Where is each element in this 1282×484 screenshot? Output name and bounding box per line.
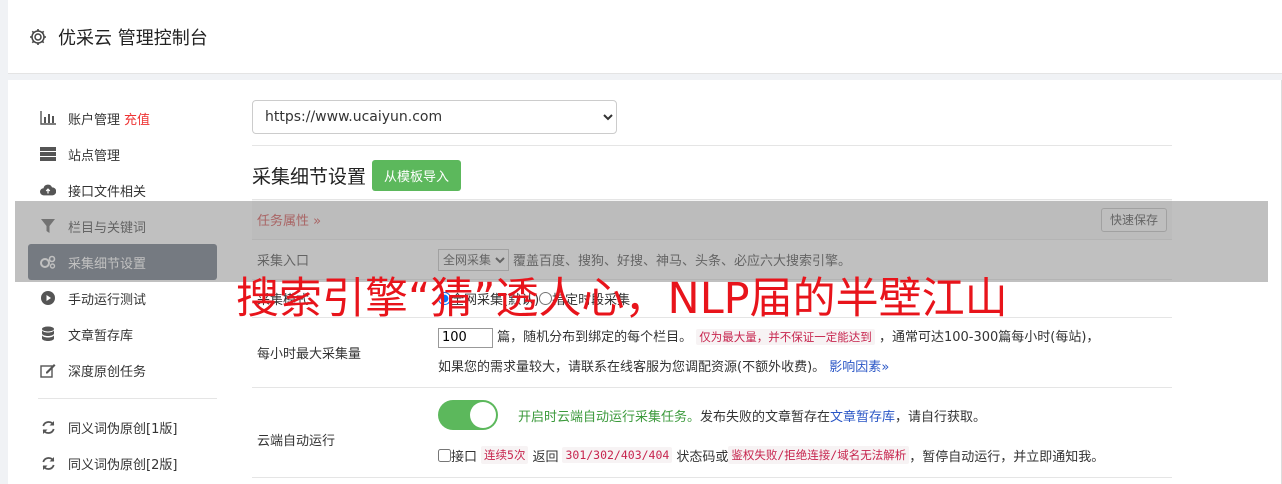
article-store-link[interactable]: 文章暂存库 xyxy=(830,406,895,425)
code-consecutive: 连续5次 xyxy=(481,446,529,464)
sidebar-item-account[interactable]: 账户管理 充值 xyxy=(28,100,217,136)
play-circle-icon xyxy=(40,290,56,306)
table-row: 采集入口 全网采集 覆盖百度、搜狗、好搜、神马、头条、必应六大搜索引擎。 xyxy=(252,240,1172,280)
row-value: 开启时云端自动运行采集任务。 发布失败的文章暂存在 文章暂存库 ，请自行获取。 … xyxy=(438,388,1172,477)
sidebar-item-collect-settings[interactable]: 采集细节设置 xyxy=(28,244,217,280)
server-icon xyxy=(40,146,56,162)
max-text-2: ，通常可达100-300篇每小时(每站)， xyxy=(878,330,1100,345)
sidebar-item-label: 手动运行测试 xyxy=(68,292,147,308)
sidebar-item-label: 账户管理 xyxy=(68,112,121,128)
sidebar-item-label: 同义词伪原创[2版] xyxy=(68,457,178,473)
sidebar-item-article-store[interactable]: 文章暂存库 xyxy=(28,316,217,352)
refresh-icon xyxy=(40,419,56,435)
refresh-icon xyxy=(40,455,56,471)
chevron-down-icon: » xyxy=(881,360,890,375)
row-label: 采集入口 xyxy=(257,254,310,269)
pause-text-return: 返回 xyxy=(532,449,559,465)
section-title: 采集细节设置 xyxy=(252,166,367,188)
sidebar: 账户管理 充值 站点管理 接口文件相关 栏目与关键词 采集细节设置 手动运行测试… xyxy=(28,100,217,481)
table-row: 云端自动运行 开启时云端自动运行采集任务。 发布失败的文章暂存在 文章暂存库 ，… xyxy=(252,388,1172,478)
sidebar-item-label: 采集细节设置 xyxy=(68,256,147,272)
edit-icon xyxy=(40,362,56,378)
auto-run-toggle[interactable] xyxy=(438,400,498,430)
max-per-hour-input[interactable] xyxy=(438,327,493,348)
filter-icon xyxy=(40,218,56,234)
auto-run-text-2: ，请自行获取。 xyxy=(895,409,987,425)
influence-factors-label: 影响因素 xyxy=(829,360,882,375)
pause-checkbox-label: 接口 xyxy=(451,449,478,465)
gear-icon xyxy=(28,27,48,47)
sidebar-item-label: 接口文件相关 xyxy=(68,184,147,200)
sidebar-divider xyxy=(38,398,217,399)
max-text-1: 篇，随机分布到绑定的每个栏目。 xyxy=(497,330,693,345)
sidebar-item-label: 同义词伪原创[1版] xyxy=(68,421,178,437)
sidebar-item-api-files[interactable]: 接口文件相关 xyxy=(28,172,217,208)
code-errors: 鉴权失败/拒绝连接/域名无法解析 xyxy=(728,446,910,464)
row-label: 云端自动运行 xyxy=(257,434,336,449)
sidebar-item-synonym-v1[interactable]: 同义词伪原创[1版] xyxy=(28,409,217,445)
sidebar-item-label: 栏目与关键词 xyxy=(68,220,147,236)
sidebar-item-label: 深度原创任务 xyxy=(68,364,147,380)
sidebar-item-label: 站点管理 xyxy=(68,148,121,164)
row-label: 每小时最大采集量 xyxy=(257,347,362,362)
code-status: 301/302/403/404 xyxy=(562,447,673,463)
content-area: https://www.ucaiyun.com 采集细节设置 从模板导入 任务属… xyxy=(252,100,1172,478)
divider xyxy=(252,145,1172,146)
pause-rule-line: 接口 连续5次 返回 301/302/403/404 状态码或 鉴权失败/拒绝连… xyxy=(438,436,1172,474)
row-value: 全网采集(默认) 指定时段采集 xyxy=(438,280,1172,317)
collect-entry-select[interactable]: 全网采集 xyxy=(438,248,509,271)
toggle-knob xyxy=(470,402,496,428)
auto-run-green-text: 开启时云端自动运行采集任务。 xyxy=(518,409,701,425)
cogs-icon xyxy=(40,254,56,270)
mode-radio-default[interactable] xyxy=(438,292,451,305)
task-attributes-toggle[interactable]: 任务属性 » xyxy=(257,210,321,229)
database-icon xyxy=(40,326,56,342)
quick-save-button[interactable]: 快速保存 xyxy=(1100,207,1167,232)
sidebar-item-site[interactable]: 站点管理 xyxy=(28,136,217,172)
auto-run-line: 开启时云端自动运行采集任务。 发布失败的文章暂存在 文章暂存库 ，请自行获取。 xyxy=(438,394,1172,436)
sidebar-item-manual-test[interactable]: 手动运行测试 xyxy=(28,280,217,316)
table-header: 任务属性 » 快速保存 xyxy=(252,200,1172,240)
pause-text-status: 状态码或 xyxy=(676,449,729,465)
main-panel: 账户管理 充值 站点管理 接口文件相关 栏目与关键词 采集细节设置 手动运行测试… xyxy=(8,80,1282,484)
row-value: 全网采集 覆盖百度、搜狗、好搜、神马、头条、必应六大搜索引擎。 xyxy=(438,240,1172,279)
max-text-3: 如果您的需求量较大，请联系在线客服为您调配资源(不额外收费)。 xyxy=(438,360,826,375)
table-row: 每小时最大采集量 篇，随机分布到绑定的每个栏目。 仅为最大量，并不保证一定能达到… xyxy=(252,318,1172,388)
sidebar-item-label: 文章暂存库 xyxy=(68,328,134,344)
import-template-button[interactable]: 从模板导入 xyxy=(372,160,462,191)
row-label: 采集模式 xyxy=(257,293,310,308)
site-select[interactable]: https://www.ucaiyun.com xyxy=(252,100,617,134)
recharge-link[interactable]: 充值 xyxy=(124,109,150,128)
chevron-down-icon: » xyxy=(313,214,322,229)
cloud-upload-icon xyxy=(40,182,56,198)
settings-table: 任务属性 » 快速保存 采集入口 全网采集 覆盖百度、搜狗、好搜、神马、头条、必… xyxy=(252,199,1172,478)
sidebar-item-columns-keywords[interactable]: 栏目与关键词 xyxy=(28,208,217,244)
pause-text-end: ，暂停自动运行，并立即通知我。 xyxy=(909,449,1105,465)
sidebar-item-synonym-v2[interactable]: 同义词伪原创[2版] xyxy=(28,445,217,481)
bar-chart-icon xyxy=(40,110,56,126)
mode-radio-default-label: 全网采集(默认) xyxy=(451,293,540,308)
max-note-code: 仅为最大量，并不保证一定能达到 xyxy=(696,329,875,345)
influence-factors-link[interactable]: 影响因素» xyxy=(829,360,889,375)
collect-entry-desc: 覆盖百度、搜狗、好搜、神马、头条、必应六大搜索引擎。 xyxy=(513,254,852,269)
task-attributes-label: 任务属性 xyxy=(257,214,310,229)
page-title: 优采云 管理控制台 xyxy=(58,27,208,49)
auto-run-text-1: 发布失败的文章暂存在 xyxy=(700,409,831,425)
mode-radio-timed[interactable] xyxy=(539,292,553,305)
pause-checkbox[interactable] xyxy=(438,448,451,462)
row-value: 篇，随机分布到绑定的每个栏目。 仅为最大量，并不保证一定能达到 ，通常可达100… xyxy=(438,318,1172,387)
section-heading: 采集细节设置 从模板导入 xyxy=(252,160,1172,191)
top-header: 优采云 管理控制台 xyxy=(8,0,1282,74)
mode-radio-timed-label: 指定时段采集 xyxy=(552,293,631,308)
table-row: 采集模式 全网采集(默认) 指定时段采集 xyxy=(252,280,1172,318)
sidebar-item-deep-original[interactable]: 深度原创任务 xyxy=(28,352,217,388)
